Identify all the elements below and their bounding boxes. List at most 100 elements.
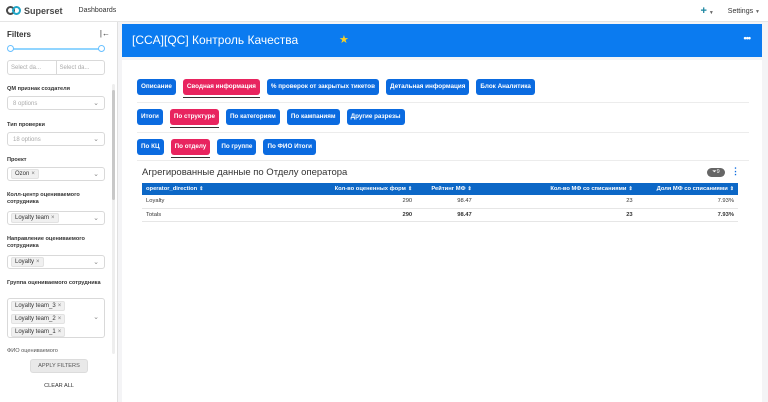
table-cell: 290 (308, 195, 417, 209)
tab-level3-0[interactable]: По КЦ (137, 139, 164, 155)
date-end-input[interactable]: Select da... (55, 61, 105, 74)
close-icon: × (57, 303, 62, 309)
tab-level2-3[interactable]: По кампаниям (286, 109, 340, 125)
tabs-level-2: Итоги По структуре По категориям По кампани… (137, 109, 405, 128)
tabs-level-1: Описание Сводная информация % проверок от … (137, 79, 535, 98)
table-cell: 23 (475, 195, 637, 209)
filter-label: Группа оцениваемого сотрудника (7, 280, 101, 286)
tab-level1-4[interactable]: Блок Аналитика (476, 79, 535, 95)
filter-label: Направление оцениваемого сотрудника (7, 236, 85, 249)
column-header[interactable]: Рейтинг МФ ⇕ (416, 183, 476, 195)
logo-icon (6, 6, 21, 15)
filter-count-badge[interactable]: ⏷9 (707, 168, 725, 177)
brand-name: Superset (24, 5, 63, 16)
tab-level1-0[interactable]: Описание (137, 79, 176, 95)
filter-select-check-type[interactable]: 18 options ⌄ (7, 132, 105, 146)
divider (137, 160, 749, 161)
filter-tag[interactable]: Loyalty team_1 × (11, 327, 66, 337)
range-slider-handle-start[interactable] (7, 45, 14, 52)
divider (137, 102, 749, 103)
table-cell: 98.47 (416, 208, 476, 222)
settings-menu[interactable]: Settings ▼ (728, 8, 760, 15)
table-cell: 23 (475, 208, 637, 222)
filter-label: ФИО оцениваемого (7, 348, 58, 354)
filter-label: Тип проверки (7, 122, 45, 128)
table-cell: 7.93% (636, 208, 738, 222)
divider (137, 132, 749, 133)
data-table: operator_direction ⇕ Кол-во оцененных фор… (142, 183, 738, 222)
plus-icon: + (700, 5, 707, 17)
tabs-level-3: По КЦ По отделу По группе По ФИО Итоги (137, 139, 316, 158)
nav-dashboards-link[interactable]: Dashboards (79, 7, 117, 14)
filter-label: Колл-центр оцениваемого сотрудника (7, 192, 80, 205)
filter-tag[interactable]: Ozon × (11, 169, 39, 179)
column-header[interactable]: Доля МФ со списаниями ⇕ (636, 183, 738, 195)
tab-level1-1[interactable]: Сводная информация (182, 79, 260, 98)
range-slider-track[interactable] (10, 48, 102, 50)
table-totals-row: Totals 290 98.47 23 7.93% (142, 208, 738, 222)
tab-level3-1[interactable]: По отделу (170, 139, 211, 158)
filter-label: Проект (7, 157, 27, 163)
filter-tag[interactable]: Loyalty × (11, 257, 44, 267)
filter-select-group[interactable]: Loyalty team_3 × Loyalty team_2 × Loyalty … (7, 298, 105, 338)
chevron-down-icon: ▼ (708, 10, 714, 16)
chevron-down-icon: ⌄ (93, 100, 99, 107)
close-icon: × (36, 259, 40, 265)
filters-sidebar: Filters |← Select da... Select da... QM … (0, 22, 118, 402)
column-header[interactable]: Кол-во МФ со списаниями ⇕ (475, 183, 637, 195)
top-navbar: Superset Dashboards + ▼ Settings ▼ (0, 0, 768, 22)
chevron-down-icon: ▼ (755, 8, 760, 15)
close-icon: × (51, 215, 55, 221)
favorite-star-icon[interactable]: ★ (339, 33, 349, 46)
chevron-down-icon: ⌄ (93, 215, 99, 222)
date-start-input[interactable]: Select da... (8, 61, 56, 74)
table-cell: 7.93% (636, 195, 738, 209)
filter-select-direction[interactable]: Loyalty × ⌄ (7, 255, 105, 269)
tab-level2-0[interactable]: Итоги (137, 109, 163, 125)
range-slider-handle-end[interactable] (98, 45, 105, 52)
tab-level2-4[interactable]: Другие разрезы (346, 109, 405, 125)
scrollbar-thumb[interactable] (112, 90, 115, 200)
chevron-down-icon: ⌄ (93, 259, 99, 266)
chevron-down-icon: ⌄ (93, 171, 99, 178)
date-range-picker[interactable]: Select da... Select da... (7, 60, 105, 75)
tab-level2-2[interactable]: По категориям (226, 109, 280, 125)
settings-label: Settings (727, 7, 754, 15)
dashboard-title: [CCA][QC] Контроль Качества (132, 33, 299, 47)
tab-level3-2[interactable]: По группе (217, 139, 257, 155)
new-menu[interactable]: + ▼ (700, 5, 713, 17)
close-icon: × (57, 329, 62, 335)
dashboard-header: [CCA][QC] Контроль Качества ★ ••• (122, 24, 762, 57)
apply-filters-button[interactable]: APPLY FILTERS (30, 359, 88, 373)
sort-icon: ⇕ (199, 186, 204, 192)
chevron-down-icon: ⌄ (93, 314, 99, 321)
table-row: Loyalty 290 98.47 23 7.93% (142, 195, 738, 209)
tab-level1-2[interactable]: % проверок от закрытых тикетов (266, 79, 380, 95)
clear-all-button[interactable]: CLEAR ALL (0, 383, 118, 389)
collapse-sidebar-icon[interactable]: |← (100, 29, 110, 38)
filter-select-project[interactable]: Ozon × ⌄ (7, 167, 105, 181)
chart-menu-icon[interactable]: ⋮ (731, 166, 740, 177)
filters-title: Filters (7, 30, 32, 39)
sort-icon: ⇕ (407, 186, 413, 192)
column-header[interactable]: Кол-во оцененных форм ⇕ (308, 183, 417, 195)
chart-title: Агрегированные данные по Отделу оператор… (142, 167, 348, 178)
sidebar-scrollbar[interactable] (112, 84, 115, 354)
superset-logo[interactable]: Superset (6, 6, 63, 16)
chevron-down-icon: ⌄ (93, 136, 99, 143)
sort-icon: ⇕ (628, 186, 633, 192)
filter-select-call-center[interactable]: Loyalty team × ⌄ (7, 211, 105, 225)
filter-tag[interactable]: Loyalty team_2 × (11, 314, 66, 324)
more-options-icon[interactable]: ••• (744, 33, 752, 43)
tab-level1-3[interactable]: Детальная информация (386, 79, 470, 95)
select-placeholder: 18 options (13, 137, 41, 143)
filter-select-qm[interactable]: 8 options ⌄ (7, 96, 105, 110)
tab-level3-3[interactable]: По ФИО Итоги (263, 139, 316, 155)
filter-tag[interactable]: Loyalty team × (11, 213, 59, 223)
tab-level2-1[interactable]: По структуре (169, 109, 220, 128)
close-icon: × (31, 171, 35, 177)
column-header[interactable]: operator_direction ⇕ (142, 183, 309, 195)
filter-tag[interactable]: Loyalty team_3 × (11, 301, 66, 311)
table-header-row: operator_direction ⇕ Кол-во оцененных фор… (142, 183, 738, 195)
table-cell: Totals (142, 208, 309, 222)
